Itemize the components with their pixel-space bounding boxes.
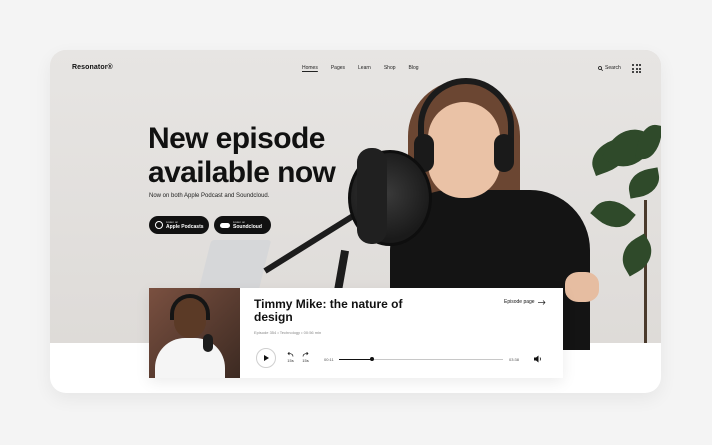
- page-card: Resonator® Homes Pages Learn Shop Blog S…: [50, 50, 661, 393]
- progress-slider[interactable]: [339, 357, 503, 361]
- search-label: Search: [605, 65, 621, 71]
- nav-item-blog[interactable]: Blog: [409, 65, 419, 71]
- nav-item-pages[interactable]: Pages: [331, 65, 345, 71]
- volume-icon[interactable]: [533, 354, 543, 364]
- episode-page-label: Episode page: [504, 299, 535, 305]
- soundcloud-button[interactable]: Listen on Soundcloud: [214, 216, 271, 234]
- grid-menu-icon[interactable]: [632, 64, 641, 73]
- apple-button-label: Apple Podcasts: [166, 224, 204, 230]
- hero-subline: Now on both Apple Podcast and Soundcloud…: [149, 193, 270, 199]
- forward-label: 15s: [302, 358, 309, 363]
- nav-item-shop[interactable]: Shop: [384, 65, 396, 71]
- rewind-button[interactable]: 15s: [287, 351, 294, 363]
- plant-stem: [644, 200, 647, 343]
- soundcloud-button-label: Soundcloud: [233, 224, 262, 230]
- rewind-icon: [287, 351, 294, 357]
- episode-page-link[interactable]: Episode page: [504, 299, 546, 305]
- search-icon: [598, 65, 603, 71]
- search-button[interactable]: Search: [598, 65, 621, 71]
- headphones-right-cup: [494, 134, 514, 172]
- arrow-right-icon: [537, 299, 546, 305]
- podcast-icon: [155, 221, 163, 229]
- episode-meta: Episode 354 • Technology • 00:56 min: [254, 330, 322, 335]
- brand-logo[interactable]: Resonator®: [72, 64, 113, 71]
- play-button[interactable]: [256, 348, 276, 368]
- nav-item-learn[interactable]: Learn: [358, 65, 371, 71]
- episode-title[interactable]: Timmy Mike: the nature of design: [254, 298, 404, 324]
- host-hand: [565, 272, 599, 302]
- forward-button[interactable]: 15s: [302, 351, 309, 363]
- nav-item-homes[interactable]: Homes: [302, 65, 318, 71]
- apple-podcasts-button[interactable]: Listen on Apple Podcasts: [149, 216, 209, 234]
- cloud-icon: [220, 222, 230, 228]
- rewind-label: 15s: [287, 358, 294, 363]
- main-nav: Homes Pages Learn Shop Blog: [302, 65, 419, 71]
- progress-fill: [339, 359, 372, 360]
- hero-headline: New episode available now: [148, 122, 336, 189]
- progress-knob[interactable]: [369, 357, 374, 361]
- forward-icon: [302, 351, 309, 357]
- episode-thumbnail: [149, 288, 240, 378]
- current-time: 00:11: [324, 357, 334, 362]
- episode-player: Timmy Mike: the nature of design Episode…: [149, 288, 563, 378]
- play-icon: [264, 355, 269, 361]
- total-time: 03:38: [509, 357, 520, 362]
